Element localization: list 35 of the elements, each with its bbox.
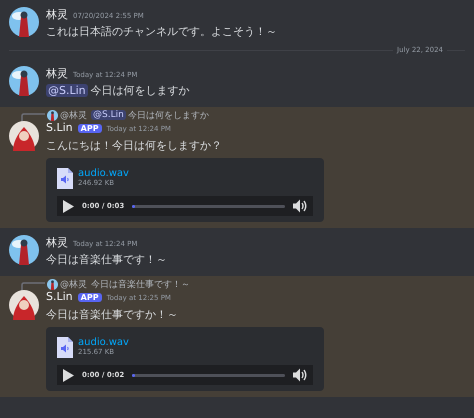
play-icon[interactable] (63, 368, 74, 382)
message-text: 今日は音楽仕事ですか！～ (46, 307, 178, 322)
app-badge: APP (78, 293, 102, 302)
author-name[interactable]: 林灵 (46, 7, 68, 22)
message-text: 今日は音楽仕事です！～ (46, 252, 167, 267)
message-text: 今日は何をしますか (90, 83, 190, 98)
volume-icon[interactable] (293, 368, 307, 382)
reply-author[interactable]: @林灵 (60, 108, 87, 122)
mention[interactable]: @S.Lin (46, 84, 88, 97)
avatar-icon[interactable] (9, 290, 39, 320)
author-name[interactable]: 林灵 (46, 66, 68, 81)
progress-track[interactable] (132, 374, 285, 376)
avatar-icon (47, 278, 58, 290)
avatar-icon[interactable] (9, 7, 39, 37)
reply-text: 今日は音楽仕事です！～ (91, 278, 190, 290)
avatar-icon[interactable] (9, 66, 39, 96)
message-text: これは日本語のチャンネルです。よこそう！～ (46, 24, 277, 39)
progress-track[interactable] (132, 204, 285, 208)
app-badge: APP (78, 124, 102, 133)
audio-file-icon (57, 337, 73, 358)
reply-text: 今日は何をしますか (128, 110, 209, 122)
audio-file-icon (57, 168, 73, 189)
reply-author[interactable]: @林灵 (60, 278, 87, 290)
file-link[interactable]: audio.wav (78, 168, 129, 179)
avatar-icon[interactable] (9, 235, 39, 265)
volume-icon[interactable] (293, 199, 307, 213)
avatar-icon (47, 110, 58, 120)
play-icon[interactable] (63, 200, 74, 212)
avatar-icon[interactable] (9, 121, 39, 151)
author-name[interactable]: S.Lin (46, 290, 73, 303)
author-name[interactable]: 林灵 (46, 235, 68, 250)
author-name[interactable]: S.Lin (46, 121, 73, 134)
message-text: こんにちは！今日は何をしますか？ (46, 138, 222, 153)
mention[interactable]: @S.Lin (91, 110, 126, 120)
file-link[interactable]: audio.wav (78, 337, 129, 348)
